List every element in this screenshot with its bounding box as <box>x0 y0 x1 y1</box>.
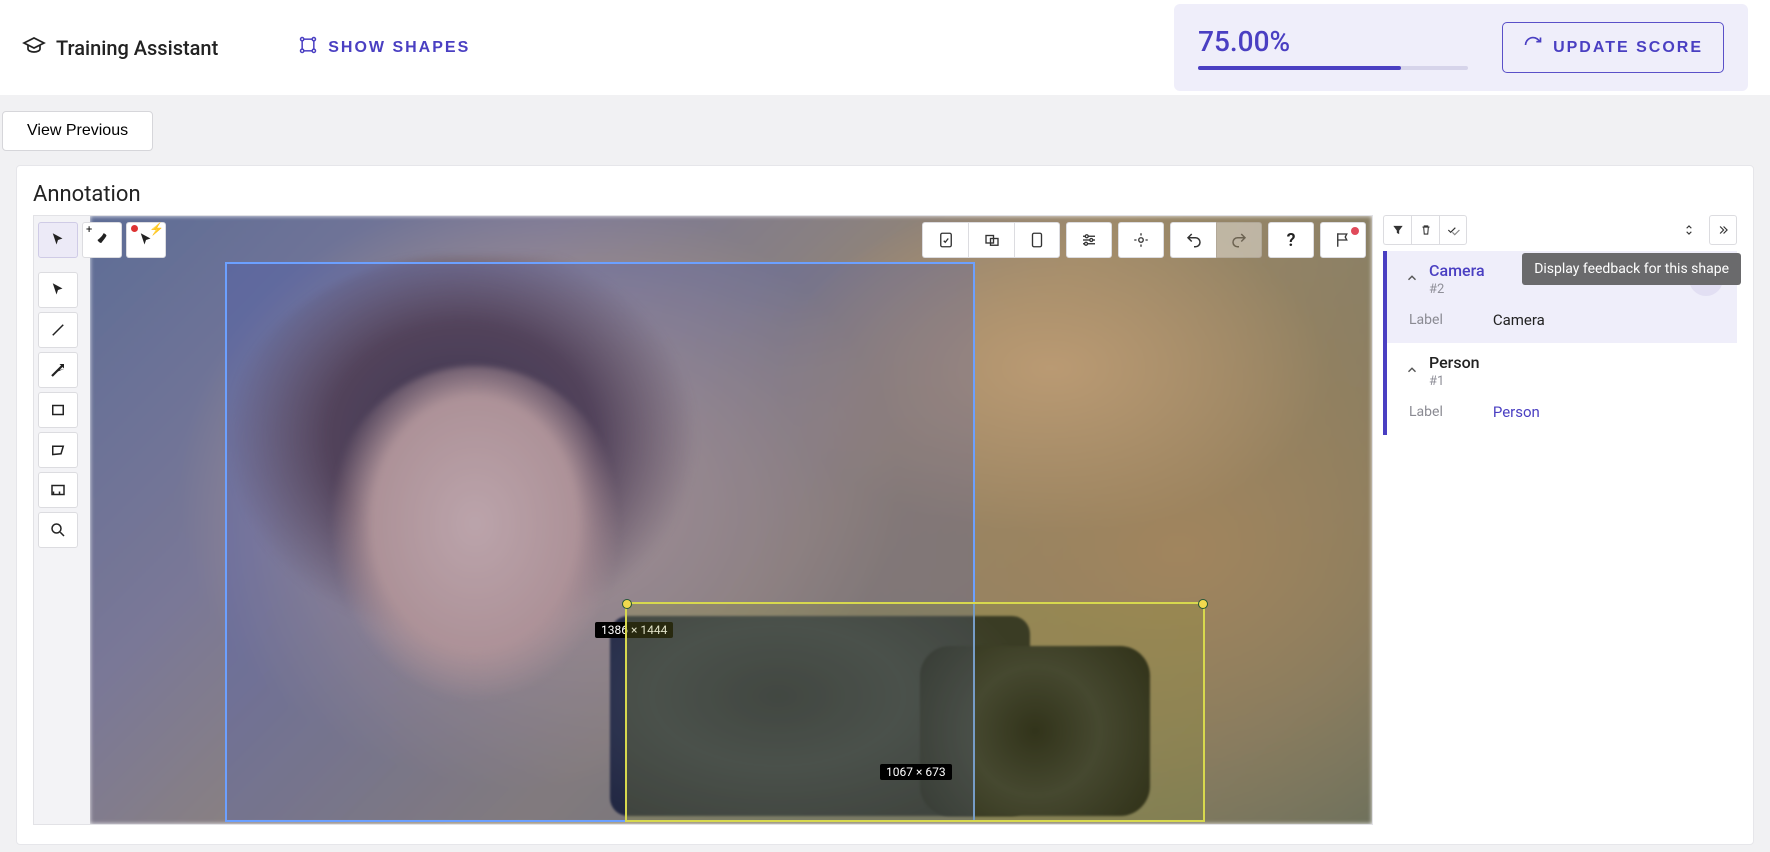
show-shapes-label: SHOW SHAPES <box>328 39 470 57</box>
canvas-top-right-toolbar: ? <box>922 222 1366 258</box>
show-shapes-button[interactable]: SHOW SHAPES <box>298 35 470 60</box>
rectangle-tool[interactable] <box>38 392 78 428</box>
settings-sliders-button[interactable] <box>1066 222 1112 258</box>
delete-button[interactable] <box>1411 215 1439 245</box>
ruler-tool[interactable] <box>38 472 78 508</box>
resize-handle-tr[interactable] <box>1198 599 1208 609</box>
shape-label-key: Label <box>1409 312 1443 328</box>
shape-tool-column <box>38 272 78 548</box>
line-tool[interactable] <box>38 312 78 348</box>
filter-button[interactable] <box>1383 215 1411 245</box>
export-image-button[interactable] <box>922 222 968 258</box>
editor-row: + ⚡ <box>33 215 1737 825</box>
score-value: 75.00% <box>1198 25 1468 58</box>
chevron-up-icon[interactable] <box>1405 362 1419 381</box>
flag-button[interactable] <box>1320 222 1366 258</box>
undo-button[interactable] <box>1170 222 1216 258</box>
view-previous-button[interactable]: View Previous <box>2 111 153 151</box>
shape-label-key: Label <box>1409 404 1443 420</box>
chevron-up-icon[interactable] <box>1405 270 1419 289</box>
shape-index: #1 <box>1429 374 1480 389</box>
shape-index: #2 <box>1429 282 1485 297</box>
select-tool[interactable] <box>38 272 78 308</box>
score-block: 75.00% <box>1198 25 1468 70</box>
red-dot-icon <box>131 225 138 232</box>
help-button[interactable]: ? <box>1268 222 1314 258</box>
collapse-panel-button[interactable] <box>1709 215 1737 245</box>
score-panel: 75.00% UPDATE SCORE <box>1174 4 1748 91</box>
image-viewport[interactable]: 1386 × 1444 1067 × 673 <box>90 216 1372 824</box>
top-bar: Training Assistant SHOW SHAPES 75.00% UP… <box>0 0 1770 95</box>
shape-card-person[interactable]: Person #1 Label Person <box>1383 343 1737 435</box>
shape-label-value: Camera <box>1493 311 1545 329</box>
annotation-panel: Annotation + ⚡ <box>16 165 1754 845</box>
brush-tool[interactable]: + <box>82 222 122 258</box>
score-progress <box>1198 66 1468 70</box>
bounding-box-icon <box>298 35 318 60</box>
brand: Training Assistant <box>22 34 218 62</box>
update-score-button[interactable]: UPDATE SCORE <box>1502 22 1724 73</box>
zoom-tool[interactable] <box>38 512 78 548</box>
update-score-label: UPDATE SCORE <box>1553 39 1703 57</box>
feedback-tooltip: Display feedback for this shape <box>1522 253 1741 285</box>
redo-button[interactable] <box>1216 222 1262 258</box>
sort-button[interactable] <box>1675 215 1703 245</box>
center-view-button[interactable] <box>1118 222 1164 258</box>
refresh-icon <box>1523 35 1543 60</box>
panel-title: Annotation <box>33 182 1737 207</box>
viewprev-row: View Previous <box>0 95 1770 151</box>
arrow-tool[interactable] <box>38 352 78 388</box>
shape-label-value: Person <box>1493 403 1540 421</box>
graduation-cap-icon <box>22 34 46 62</box>
cursor-mode-group: + ⚡ <box>38 222 166 258</box>
score-progress-fill <box>1198 66 1401 70</box>
polygon-tool[interactable] <box>38 432 78 468</box>
shape-list-toolbar: Display feedback for this shape <box>1383 215 1737 251</box>
notification-dot-icon <box>1351 227 1359 235</box>
shape-name: Person <box>1429 353 1480 372</box>
annotation-box-camera[interactable] <box>625 602 1205 822</box>
canvas-area[interactable]: + ⚡ <box>33 215 1373 825</box>
plus-icon: + <box>86 223 92 236</box>
bolt-icon: ⚡ <box>149 222 164 236</box>
resize-handle-tl[interactable] <box>622 599 632 609</box>
shape-name: Camera <box>1429 261 1485 280</box>
shape-list-panel: Display feedback for this shape Camera #… <box>1383 215 1737 825</box>
select-all-shapes-button[interactable] <box>968 222 1014 258</box>
camera-dimensions-label: 1067 × 673 <box>880 764 952 780</box>
smart-cursor-tool[interactable]: ⚡ <box>126 222 166 258</box>
cursor-tool[interactable] <box>38 222 78 258</box>
brand-title: Training Assistant <box>56 36 218 60</box>
check-all-button[interactable] <box>1439 215 1467 245</box>
copy-button[interactable] <box>1014 222 1060 258</box>
